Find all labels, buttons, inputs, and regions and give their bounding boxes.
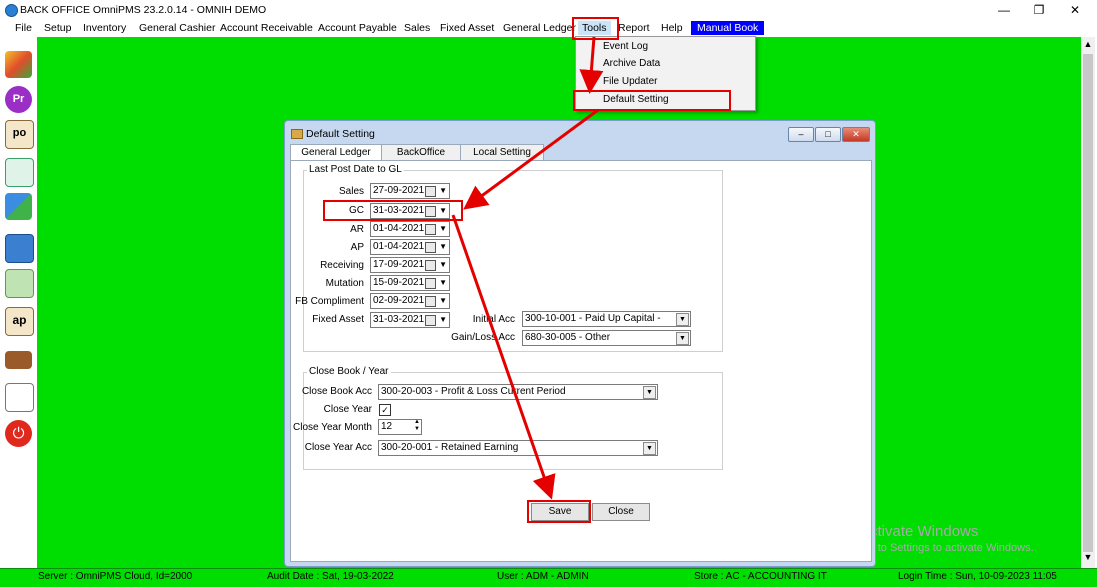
status-server: Server : OmniPMS Cloud, Id=2000: [38, 571, 193, 582]
annotation-arrows: [451, 36, 604, 500]
status-bar: Server : OmniPMS Cloud, Id=2000 Audit Da…: [0, 568, 1097, 587]
arrow-tools-to-default-setting: [579, 36, 604, 94]
status-store: Store : AC - ACCOUNTING IT: [694, 571, 827, 582]
status-user: User : ADM - ADMIN: [497, 571, 589, 582]
arrow-default-setting-to-gc: [463, 108, 599, 210]
status-login-time: Login Time : Sun, 10-09-2023 11:05: [898, 571, 1057, 582]
arrow-gc-to-save: [451, 214, 556, 500]
status-audit-date: Audit Date : Sat, 19-03-2022: [267, 571, 394, 582]
